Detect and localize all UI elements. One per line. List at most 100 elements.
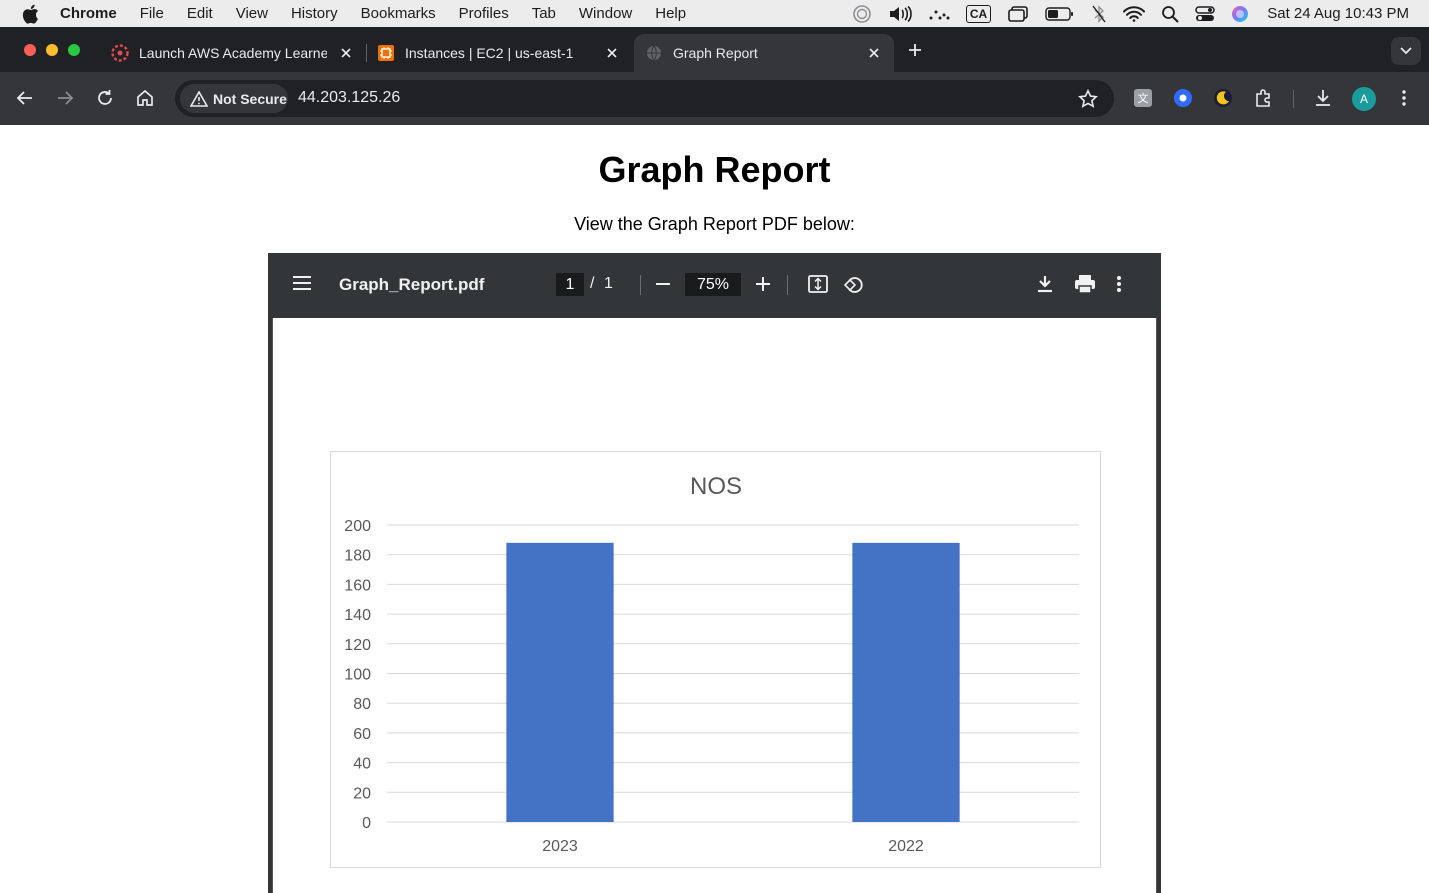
tab-title: Launch AWS Academy Learne bbox=[139, 45, 327, 61]
pdf-print-icon[interactable] bbox=[1074, 274, 1096, 299]
extension-circle-icon[interactable] bbox=[1172, 87, 1194, 109]
extensions-puzzle-icon[interactable] bbox=[1253, 87, 1275, 109]
site-security-chip[interactable]: Not Secure bbox=[180, 84, 288, 113]
y-tick-label: 80 bbox=[353, 696, 371, 713]
tab-aws-academy[interactable]: Launch AWS Academy Learne bbox=[100, 34, 366, 72]
menubar-clock[interactable]: Sat 24 Aug 10:43 PM bbox=[1267, 5, 1409, 22]
sidebar-menu-icon[interactable] bbox=[292, 274, 312, 297]
apple-icon[interactable] bbox=[22, 4, 42, 24]
volume-icon[interactable] bbox=[888, 5, 912, 23]
extension-dark-mode-icon[interactable] bbox=[1212, 87, 1234, 109]
bar-2022 bbox=[852, 542, 960, 822]
tab-ec2-instances[interactable]: Instances | EC2 | us-east-1 bbox=[366, 34, 632, 72]
web-page: Graph Report View the Graph Report PDF b… bbox=[0, 125, 1429, 893]
y-tick-label: 160 bbox=[344, 577, 371, 594]
menu-tab[interactable]: Tab bbox=[532, 5, 556, 22]
menu-profiles[interactable]: Profiles bbox=[459, 5, 509, 22]
menu-help[interactable]: Help bbox=[655, 5, 686, 22]
aws-ec2-icon bbox=[377, 44, 395, 62]
page-separator: / bbox=[590, 275, 595, 292]
fit-to-page-icon[interactable] bbox=[807, 273, 829, 300]
menu-bookmarks[interactable]: Bookmarks bbox=[361, 5, 436, 22]
y-tick-label: 120 bbox=[344, 637, 371, 654]
page-total: 1 bbox=[604, 275, 613, 292]
page-number-input[interactable]: 1 bbox=[556, 273, 584, 296]
pdf-more-options-icon[interactable] bbox=[1116, 274, 1122, 299]
menu-history[interactable]: History bbox=[291, 5, 338, 22]
new-tab-button[interactable] bbox=[904, 39, 926, 61]
toolbar-divider bbox=[1293, 90, 1294, 108]
page-title: Graph Report bbox=[598, 149, 831, 190]
reload-button[interactable] bbox=[93, 86, 117, 110]
bar-2023 bbox=[506, 542, 614, 822]
menu-view[interactable]: View bbox=[236, 5, 268, 22]
spotlight-search-icon[interactable] bbox=[1161, 5, 1179, 23]
input-source-badge[interactable]: CA bbox=[965, 4, 992, 23]
pdf-toolbar: Graph_Report.pdf 1 / 1 75% bbox=[268, 253, 1161, 318]
window-switcher-icon[interactable] bbox=[1007, 5, 1029, 23]
back-button[interactable] bbox=[13, 86, 37, 110]
security-label: Not Secure bbox=[213, 90, 287, 107]
globe-icon bbox=[645, 44, 663, 62]
window-close-button[interactable] bbox=[24, 44, 36, 56]
address-bar[interactable]: Not Secure 44.203.125.26 bbox=[175, 80, 1114, 117]
pdf-viewer[interactable]: Graph_Report.pdf 1 / 1 75% NOS 0 20 40 6… bbox=[268, 253, 1161, 893]
battery-icon[interactable] bbox=[1045, 6, 1075, 22]
tab-title: Instances | EC2 | us-east-1 bbox=[405, 45, 574, 61]
extension-translate-icon[interactable]: 文 bbox=[1132, 87, 1154, 109]
forward-button[interactable] bbox=[53, 86, 77, 110]
tab-close-icon[interactable] bbox=[604, 45, 620, 61]
page-subtitle: View the Graph Report PDF below: bbox=[574, 214, 855, 234]
focus-moon-icon[interactable] bbox=[852, 4, 872, 24]
chart-container: NOS 0 20 40 60 80 100 120 140 160 180 200 2023 2022 bbox=[330, 451, 1101, 868]
tab-search-button[interactable] bbox=[1391, 37, 1421, 65]
rotate-icon[interactable] bbox=[843, 273, 865, 300]
siri-icon[interactable] bbox=[1231, 5, 1249, 23]
menu-window[interactable]: Window bbox=[579, 5, 632, 22]
svg-text:文: 文 bbox=[1138, 91, 1149, 105]
pdf-download-icon[interactable] bbox=[1035, 274, 1055, 299]
y-tick-label: 140 bbox=[344, 607, 371, 624]
chart-title: NOS bbox=[690, 473, 742, 500]
bookmark-star-icon[interactable] bbox=[1077, 88, 1099, 114]
y-tick-label: 180 bbox=[344, 548, 371, 565]
pdf-filename: Graph_Report.pdf bbox=[339, 275, 485, 294]
chrome-toolbar: Not Secure 44.203.125.26 文 bbox=[0, 72, 1429, 125]
warning-triangle-icon bbox=[190, 90, 208, 107]
home-button[interactable] bbox=[133, 86, 157, 110]
macos-menu-bar: Chrome File Edit View History Bookmarks … bbox=[0, 0, 1429, 27]
window-zoom-button[interactable] bbox=[68, 44, 80, 56]
pdf-page: NOS 0 20 40 60 80 100 120 140 160 180 200 2023 2022 bbox=[273, 318, 1156, 893]
tab-close-icon[interactable] bbox=[338, 45, 354, 61]
tab-close-icon[interactable] bbox=[866, 45, 882, 61]
pdf-toolbar-divider bbox=[640, 275, 641, 295]
downloads-icon[interactable] bbox=[1312, 87, 1334, 109]
y-tick-label: 20 bbox=[353, 785, 371, 802]
zoom-level-input[interactable]: 75% bbox=[685, 273, 741, 296]
url-text[interactable]: 44.203.125.26 bbox=[298, 89, 400, 107]
profile-avatar[interactable]: A bbox=[1352, 87, 1376, 111]
zoom-in-button[interactable] bbox=[754, 274, 772, 299]
x-tick-label: 2023 bbox=[542, 838, 578, 855]
activity-dots-icon[interactable] bbox=[928, 7, 950, 21]
chrome-tab-strip: Launch AWS Academy Learne Instances | EC… bbox=[0, 27, 1429, 72]
window-minimize-button[interactable] bbox=[46, 44, 58, 56]
wifi-icon[interactable] bbox=[1123, 5, 1146, 22]
y-tick-label: 100 bbox=[344, 667, 371, 684]
y-tick-label: 200 bbox=[344, 518, 371, 535]
x-tick-label: 2022 bbox=[888, 838, 924, 855]
chrome-menu-icon[interactable] bbox=[1393, 87, 1415, 109]
y-tick-label: 60 bbox=[353, 726, 371, 743]
aws-academy-icon bbox=[111, 44, 129, 62]
bar-chart: NOS 0 20 40 60 80 100 120 140 160 180 200 2023 2022 bbox=[344, 473, 1079, 855]
menu-edit[interactable]: Edit bbox=[187, 5, 213, 22]
menu-app-name[interactable]: Chrome bbox=[60, 5, 117, 22]
tab-graph-report[interactable]: Graph Report bbox=[634, 34, 894, 72]
pdf-toolbar-divider bbox=[787, 275, 788, 295]
zoom-out-button[interactable] bbox=[654, 274, 672, 299]
bluetooth-off-icon[interactable] bbox=[1091, 4, 1107, 23]
y-tick-label: 0 bbox=[362, 815, 371, 832]
control-center-icon[interactable] bbox=[1195, 5, 1215, 23]
y-tick-label: 40 bbox=[353, 756, 371, 773]
menu-file[interactable]: File bbox=[140, 5, 164, 22]
